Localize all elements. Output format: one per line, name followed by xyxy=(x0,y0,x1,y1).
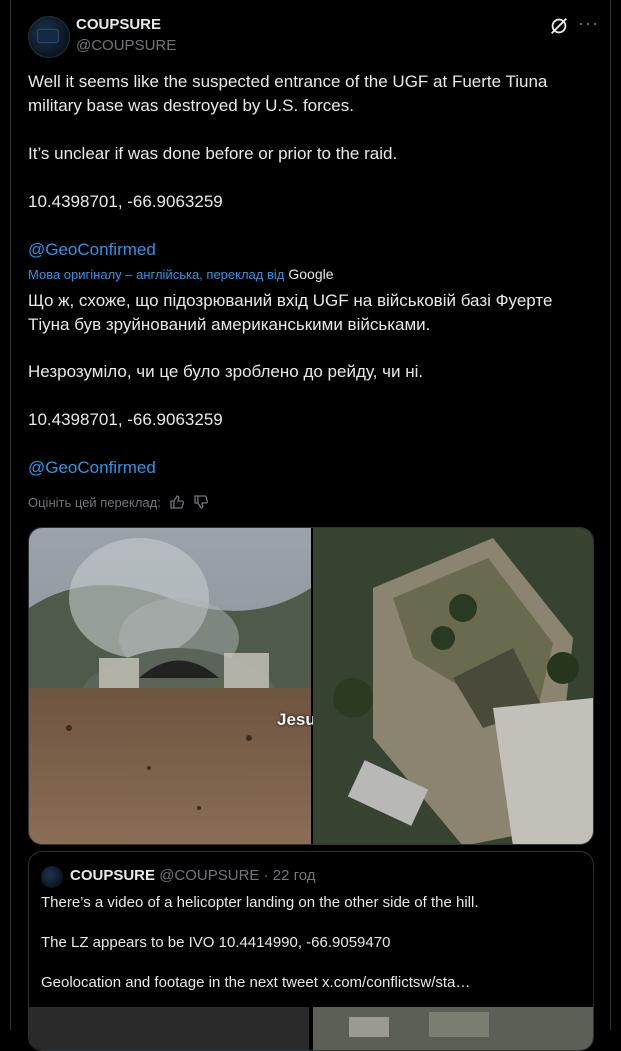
post-text-line1: Well it seems like the suspected entranc… xyxy=(28,72,553,115)
mention-link[interactable]: @GeoConfirmed xyxy=(28,238,598,262)
quoted-post[interactable]: COUPSURE @COUPSURE · 22 год There’s a vi… xyxy=(28,851,594,1051)
user-handle[interactable]: @COUPSURE xyxy=(76,37,176,54)
post-text-line2: It’s unclear if was done before or prior… xyxy=(28,144,398,163)
translated-text-line1: Що ж, схоже, що підозрюваний вхід UGF на… xyxy=(28,291,558,334)
translation-note-text: Мова оригіналу – англійська, переклад ві… xyxy=(28,267,285,282)
translated-text-line2: Незрозуміло, чи це було зроблено до рейд… xyxy=(28,362,424,381)
quote-text-line1: There’s a video of a helicopter landing … xyxy=(41,894,479,911)
grok-icon[interactable] xyxy=(548,15,570,37)
quote-media[interactable] xyxy=(29,1007,594,1051)
translation-note: Мова оригіналу – англійська, переклад ві… xyxy=(28,266,334,282)
translated-mention-link[interactable]: @GeoConfirmed xyxy=(28,456,598,480)
quote-display-name[interactable]: COUPSURE xyxy=(70,867,155,884)
rate-label: Оцініть цей переклад: xyxy=(28,494,161,510)
image-overlay-text: Jesu xyxy=(277,710,316,729)
quote-text-line2: The LZ appears to be IVO 10.4414990, -66… xyxy=(41,934,391,951)
thumbs-up-icon[interactable] xyxy=(169,494,185,510)
google-logo: Google xyxy=(288,266,334,282)
translated-coords: 10.4398701, -66.9063259 xyxy=(28,410,223,429)
quote-text-line3: Geolocation and footage in the next twee… xyxy=(41,974,471,991)
more-icon[interactable]: ··· xyxy=(578,13,599,34)
media-grid[interactable]: Jesu xyxy=(28,527,594,845)
quote-header: COUPSURE @COUPSURE · 22 год xyxy=(70,867,316,884)
rate-translation: Оцініть цей переклад: xyxy=(28,494,209,510)
photo-satellite[interactable] xyxy=(313,528,594,845)
thumbs-down-icon[interactable] xyxy=(193,494,209,510)
avatar[interactable] xyxy=(28,16,70,58)
quote-handle[interactable]: @COUPSURE xyxy=(159,867,259,884)
photo-bunker-smoke[interactable] xyxy=(29,528,311,845)
quote-avatar[interactable] xyxy=(41,866,63,888)
quote-time[interactable]: · 22 год xyxy=(264,867,316,884)
post-coords: 10.4398701, -66.9063259 xyxy=(28,192,223,211)
display-name[interactable]: COUPSURE xyxy=(76,16,161,33)
